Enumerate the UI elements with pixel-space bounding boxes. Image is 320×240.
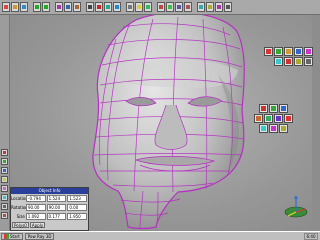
cylinder-tool-icon[interactable] [1,176,8,183]
size-row: Size 1.092 0.177 1.950 [11,212,88,221]
zoom-icon[interactable] [197,2,205,12]
orbit-icon[interactable] [215,2,223,12]
spline-tool-icon[interactable] [1,212,8,219]
sphere-tool-icon[interactable] [1,167,8,174]
location-row: Location -0.794 1.524 1.523 [11,194,88,203]
size-x-field[interactable]: 1.092 [25,213,46,220]
rotation-y-field[interactable]: 90.00 [46,204,67,211]
rotate-y-icon[interactable] [264,114,273,123]
torus-tool-icon[interactable] [1,194,8,201]
panel-options-row: Polys0 Apply [11,221,88,229]
snap-icon[interactable] [184,2,192,12]
rotate-z-icon[interactable] [274,114,283,123]
scale-y-icon[interactable] [269,124,278,133]
rotate-icon[interactable] [104,2,112,12]
redo-icon[interactable] [42,2,50,12]
size-z-field[interactable]: 1.950 [67,213,87,220]
render-icon[interactable] [144,2,152,12]
twist-icon[interactable] [274,57,283,66]
cone-tool-icon[interactable] [1,185,8,192]
move-icon[interactable] [95,2,103,12]
undo-icon[interactable] [33,2,41,12]
scale-uniform-icon[interactable] [284,114,293,123]
move-x-icon[interactable] [259,104,268,113]
rotate-x-icon[interactable] [254,114,263,123]
size-label: Size [16,214,25,219]
taper-icon[interactable] [284,57,293,66]
app-taskbar-button[interactable]: Pow Ray 3D [24,232,55,240]
object-tool-icon[interactable] [1,149,8,156]
apply-button[interactable]: Apply [29,222,46,228]
rotation-z-field[interactable]: 0.00 [67,204,88,211]
extrude-icon[interactable] [264,47,273,56]
scale-icon[interactable] [113,2,121,12]
light-icon[interactable] [135,2,143,12]
camera-icon[interactable] [126,2,134,12]
windows-logo-icon [4,233,9,239]
scale-z-icon[interactable] [279,124,288,133]
deform-icon[interactable] [304,47,313,56]
location-label: Location [11,196,28,201]
axis-compass-icon[interactable] [283,194,309,220]
file-icon[interactable] [2,2,10,12]
smooth-icon[interactable] [294,47,303,56]
plane-tool-icon[interactable] [1,203,8,210]
copy-icon[interactable] [64,2,72,12]
cube-tool-icon[interactable] [1,158,8,165]
unit-select[interactable]: Polys0 [12,222,29,228]
boolean-icon[interactable] [304,57,313,66]
size-y-field[interactable]: 0.177 [46,213,67,220]
bevel-icon[interactable] [284,47,293,56]
rotation-x-field[interactable]: 90.00 [26,204,46,211]
start-button[interactable]: Start [1,232,23,240]
select-icon[interactable] [86,2,94,12]
pan-icon[interactable] [206,2,214,12]
lathe-icon[interactable] [274,47,283,56]
texture-icon[interactable] [166,2,174,12]
open-icon[interactable] [11,2,19,12]
save-icon[interactable] [20,2,28,12]
bend-icon[interactable] [294,57,303,66]
system-tray-clock: 6:40 [304,232,318,240]
move-y-icon[interactable] [269,104,278,113]
location-y-field[interactable]: 1.524 [46,195,67,202]
start-label: Start [10,233,20,239]
location-z-field[interactable]: 1.523 [67,195,88,202]
app-taskbar-label: Pow Ray 3D [27,233,52,239]
move-z-icon[interactable] [279,104,288,113]
scale-x-icon[interactable] [259,124,268,133]
material-icon[interactable] [157,2,165,12]
cut-icon[interactable] [55,2,63,12]
view-icon[interactable] [224,2,232,12]
grid-icon[interactable] [175,2,183,12]
main-toolbar [0,0,320,15]
rotation-row: Rotation 90.00 90.00 0.00 [11,203,88,212]
left-tool-strip [0,15,10,230]
paste-icon[interactable] [73,2,81,12]
object-info-panel: Object Info Location -0.794 1.524 1.523 … [10,187,89,231]
rotation-label: Rotation [11,205,28,210]
location-x-field[interactable]: -0.794 [26,195,46,202]
taskbar: Start Pow Ray 3D 6:40 [0,231,320,240]
